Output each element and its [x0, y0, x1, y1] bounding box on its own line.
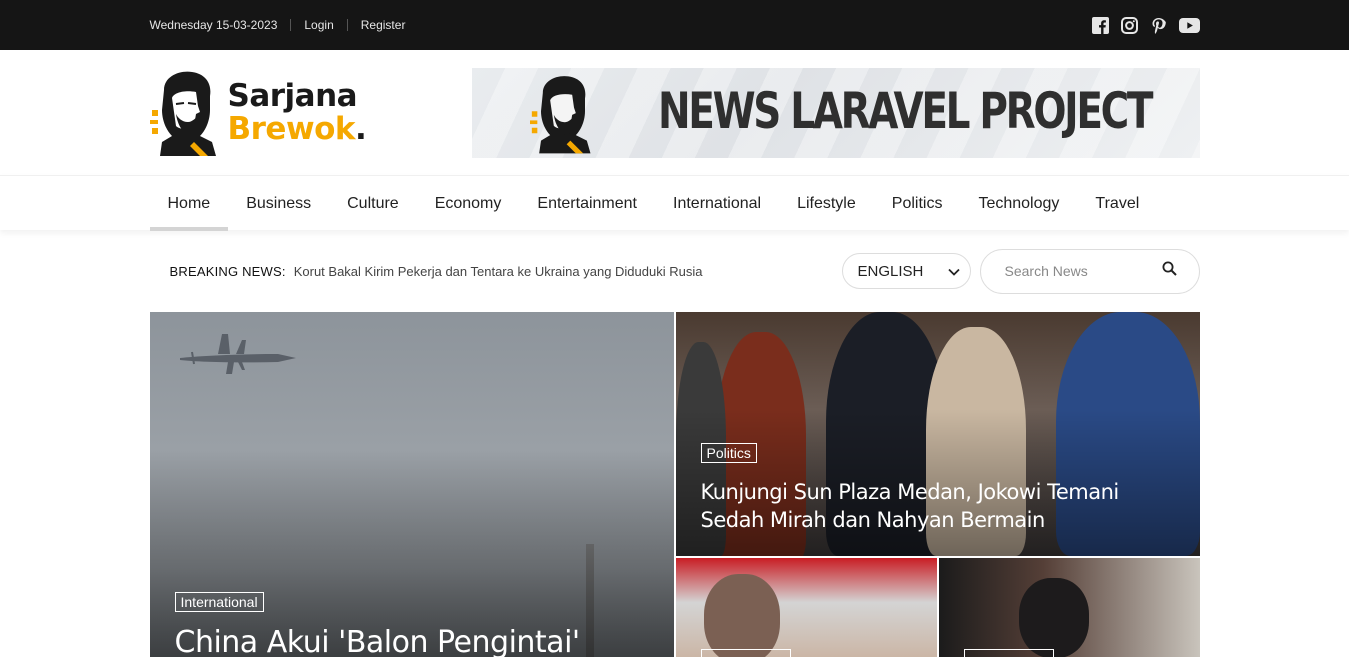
logo-line-2: Brewok	[227, 110, 356, 147]
chevron-down-icon	[947, 263, 960, 280]
nav-item-international[interactable]: International	[655, 176, 779, 231]
category-badge[interactable]: Politics	[700, 443, 757, 463]
language-select[interactable]: ENGLISH	[841, 253, 971, 289]
divider	[290, 19, 292, 31]
breaking-news-headline[interactable]: Korut Bakal Kirim Pekerja dan Tentara ke…	[294, 264, 703, 279]
banner-title: NEWS LARAVEL PROJECT	[657, 81, 1154, 140]
featured-top-right-card[interactable]: Politics Kunjungi Sun Plaza Medan, Jokow…	[675, 312, 1200, 556]
article-title[interactable]: China Akui 'Balon Pengintai'	[175, 625, 581, 657]
top-bar: Wednesday 15-03-2023 Login Register	[0, 0, 1349, 50]
login-link[interactable]: Login	[304, 18, 333, 32]
nav-item-economy[interactable]: Economy	[417, 176, 520, 231]
search-icon[interactable]	[1162, 261, 1177, 281]
bearded-man-banner-icon	[529, 74, 596, 154]
instagram-icon[interactable]	[1120, 16, 1138, 34]
nav-item-politics[interactable]: Politics	[874, 176, 961, 231]
nav-item-culture[interactable]: Culture	[329, 176, 417, 231]
header-banner-ad[interactable]: NEWS LARAVEL PROJECT	[471, 67, 1200, 158]
language-selected: ENGLISH	[857, 262, 924, 280]
logo-line-1: Sarjana	[227, 77, 358, 114]
search-input[interactable]	[1004, 263, 1155, 279]
nav-item-travel[interactable]: Travel	[1077, 176, 1157, 231]
nav-item-technology[interactable]: Technology	[960, 176, 1077, 231]
category-badge[interactable]	[963, 649, 1054, 657]
nav-item-entertainment[interactable]: Entertainment	[519, 176, 655, 231]
search-box	[979, 248, 1200, 294]
breaking-news-bar: BREAKING NEWS: Korut Bakal Kirim Pekerja…	[150, 230, 1200, 312]
photo-figure	[1018, 578, 1089, 657]
logo-dot: .	[355, 110, 367, 147]
nav-item-lifestyle[interactable]: Lifestyle	[779, 176, 874, 231]
pinterest-icon[interactable]	[1150, 17, 1167, 34]
facebook-icon[interactable]	[1091, 16, 1109, 34]
bearded-man-logo-icon	[149, 70, 222, 156]
category-badge[interactable]	[700, 649, 791, 657]
featured-main-card[interactable]: International China Akui 'Balon Penginta…	[149, 312, 674, 657]
featured-grid: International China Akui 'Balon Penginta…	[149, 312, 1200, 657]
youtube-icon[interactable]	[1178, 17, 1200, 34]
breaking-news-label: BREAKING NEWS:	[169, 263, 286, 279]
nav-item-home[interactable]: Home	[149, 176, 229, 231]
social-links	[1091, 16, 1200, 34]
main-nav: Home Business Culture Economy Entertainm…	[149, 176, 1200, 231]
divider	[346, 19, 348, 31]
site-logo[interactable]: Sarjana Brewok.	[149, 68, 367, 158]
featured-bottom-left-card[interactable]	[675, 558, 937, 657]
main-nav-bar: Home Business Culture Economy Entertainm…	[0, 175, 1349, 231]
site-header: Sarjana Brewok. NEWS LARAVEL PROJECT	[149, 50, 1200, 175]
breaking-news: BREAKING NEWS: Korut Bakal Kirim Pekerja…	[150, 264, 703, 279]
current-date: Wednesday 15-03-2023	[149, 18, 278, 32]
category-badge[interactable]: International	[174, 592, 264, 612]
register-link[interactable]: Register	[361, 18, 406, 32]
top-bar-left: Wednesday 15-03-2023 Login Register	[150, 18, 406, 32]
photo-figure	[703, 574, 780, 657]
header-tools: ENGLISH	[841, 248, 1200, 294]
article-title[interactable]: Kunjungi Sun Plaza Medan, Jokowi Temani …	[701, 478, 1171, 534]
featured-bottom-right-card[interactable]	[938, 558, 1200, 657]
nav-item-business[interactable]: Business	[228, 176, 329, 231]
